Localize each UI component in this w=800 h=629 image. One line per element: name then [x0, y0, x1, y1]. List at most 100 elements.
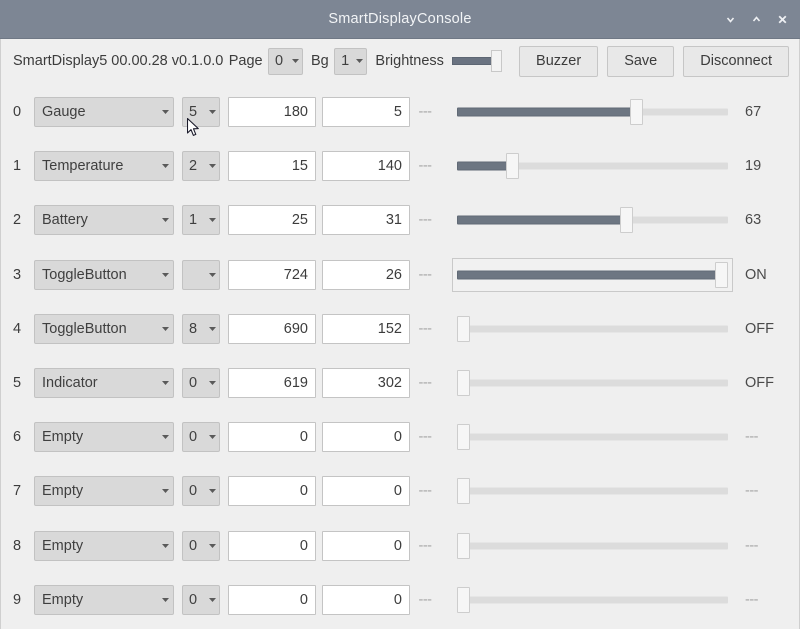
- row-value2-input[interactable]: [322, 531, 410, 561]
- row-value2-input[interactable]: [322, 422, 410, 452]
- row-value1-input[interactable]: [228, 314, 316, 344]
- row-slider-body[interactable]: [453, 420, 732, 454]
- row-value1-input[interactable]: [228, 422, 316, 452]
- row-value2-input[interactable]: [322, 97, 410, 127]
- row-value2-input[interactable]: [322, 314, 410, 344]
- row-value1-input[interactable]: [228, 97, 316, 127]
- row-type-value: ToggleButton: [42, 321, 127, 337]
- row-value2-input[interactable]: [322, 585, 410, 615]
- row-slider-handle[interactable]: [457, 478, 470, 504]
- widget-row: 7Empty0------: [1, 464, 799, 518]
- row-number-select[interactable]: 0: [182, 476, 220, 506]
- row-index: 4: [13, 321, 27, 337]
- row-type-select[interactable]: Gauge: [34, 97, 174, 127]
- row-value2-input[interactable]: [322, 205, 410, 235]
- row-number-select[interactable]: 8: [182, 314, 220, 344]
- chevron-down-icon: [292, 59, 299, 63]
- row-slider-body[interactable]: [453, 529, 732, 563]
- row-slider-body[interactable]: [453, 258, 732, 292]
- row-type-select[interactable]: Temperature: [34, 151, 174, 181]
- row-type-select[interactable]: ToggleButton: [34, 260, 174, 290]
- row-slider[interactable]: [452, 149, 733, 183]
- row-type-select[interactable]: Empty: [34, 422, 174, 452]
- row-slider-track: [457, 434, 728, 441]
- chevron-down-icon: [162, 218, 169, 222]
- row-value2-input[interactable]: [322, 476, 410, 506]
- row-slider-handle[interactable]: [457, 370, 470, 396]
- chevron-down-icon: [356, 59, 363, 63]
- row-value1-input[interactable]: [228, 476, 316, 506]
- chevron-down-icon: [162, 327, 169, 331]
- brightness-slider-handle[interactable]: [491, 50, 502, 72]
- widget-row: 1Temperature2---19: [1, 139, 799, 193]
- row-type-select[interactable]: Empty: [34, 531, 174, 561]
- brightness-label: Brightness: [375, 53, 444, 69]
- row-number-select[interactable]: [182, 260, 220, 290]
- row-value2-input[interactable]: [322, 368, 410, 398]
- row-value2-input[interactable]: [322, 260, 410, 290]
- row-slider-track: [457, 596, 728, 603]
- row-number-select[interactable]: 5: [182, 97, 220, 127]
- bg-select[interactable]: 1: [334, 48, 367, 75]
- row-slider-body[interactable]: [453, 474, 732, 508]
- page-select[interactable]: 0: [268, 48, 303, 75]
- maximize-button[interactable]: [744, 7, 768, 31]
- row-slider[interactable]: [452, 420, 733, 454]
- row-slider-body[interactable]: [453, 95, 732, 129]
- row-slider-value-label: ---: [745, 483, 789, 499]
- minimize-button[interactable]: [718, 7, 742, 31]
- row-number-select[interactable]: 1: [182, 205, 220, 235]
- row-slider[interactable]: [452, 529, 733, 563]
- row-value1-input[interactable]: [228, 531, 316, 561]
- row-slider-body[interactable]: [453, 583, 732, 617]
- row-slider[interactable]: [452, 258, 733, 292]
- row-dash-separator: ---: [414, 483, 436, 499]
- chevron-down-icon: [162, 381, 169, 385]
- row-number-select[interactable]: 0: [182, 422, 220, 452]
- row-slider-body[interactable]: [453, 203, 732, 237]
- row-slider[interactable]: [452, 95, 733, 129]
- row-slider[interactable]: [452, 366, 733, 400]
- row-slider-handle[interactable]: [457, 316, 470, 342]
- row-slider-handle[interactable]: [506, 153, 519, 179]
- buzzer-button[interactable]: Buzzer: [519, 46, 598, 77]
- row-number-select[interactable]: 0: [182, 585, 220, 615]
- row-value1-input[interactable]: [228, 585, 316, 615]
- row-number-select[interactable]: 0: [182, 531, 220, 561]
- row-slider[interactable]: [452, 203, 733, 237]
- widget-row: 9Empty0------: [1, 573, 799, 627]
- row-slider[interactable]: [452, 312, 733, 346]
- row-type-select[interactable]: Empty: [34, 476, 174, 506]
- save-button[interactable]: Save: [607, 46, 674, 77]
- close-button[interactable]: [770, 7, 794, 31]
- row-slider[interactable]: [452, 583, 733, 617]
- row-slider-body[interactable]: [453, 149, 732, 183]
- brightness-slider[interactable]: [452, 48, 500, 74]
- row-value1-input[interactable]: [228, 368, 316, 398]
- window-titlebar: SmartDisplayConsole: [0, 0, 800, 39]
- page-select-value: 0: [275, 53, 283, 69]
- window-controls: [718, 0, 794, 38]
- row-type-select[interactable]: Empty: [34, 585, 174, 615]
- row-slider-handle[interactable]: [457, 587, 470, 613]
- row-number-select[interactable]: 0: [182, 368, 220, 398]
- chevron-down-icon: [209, 489, 216, 493]
- disconnect-button[interactable]: Disconnect: [683, 46, 789, 77]
- row-slider-handle[interactable]: [457, 533, 470, 559]
- row-slider-handle[interactable]: [620, 207, 633, 233]
- row-slider-handle[interactable]: [457, 424, 470, 450]
- row-slider-body[interactable]: [453, 366, 732, 400]
- row-slider-handle[interactable]: [715, 262, 728, 288]
- row-value1-input[interactable]: [228, 260, 316, 290]
- row-slider[interactable]: [452, 474, 733, 508]
- row-type-value: Empty: [42, 429, 83, 445]
- row-type-select[interactable]: Indicator: [34, 368, 174, 398]
- row-value2-input[interactable]: [322, 151, 410, 181]
- row-value1-input[interactable]: [228, 205, 316, 235]
- row-value1-input[interactable]: [228, 151, 316, 181]
- row-slider-handle[interactable]: [630, 99, 643, 125]
- row-slider-body[interactable]: [453, 312, 732, 346]
- row-type-select[interactable]: ToggleButton: [34, 314, 174, 344]
- row-number-select[interactable]: 2: [182, 151, 220, 181]
- row-type-select[interactable]: Battery: [34, 205, 174, 235]
